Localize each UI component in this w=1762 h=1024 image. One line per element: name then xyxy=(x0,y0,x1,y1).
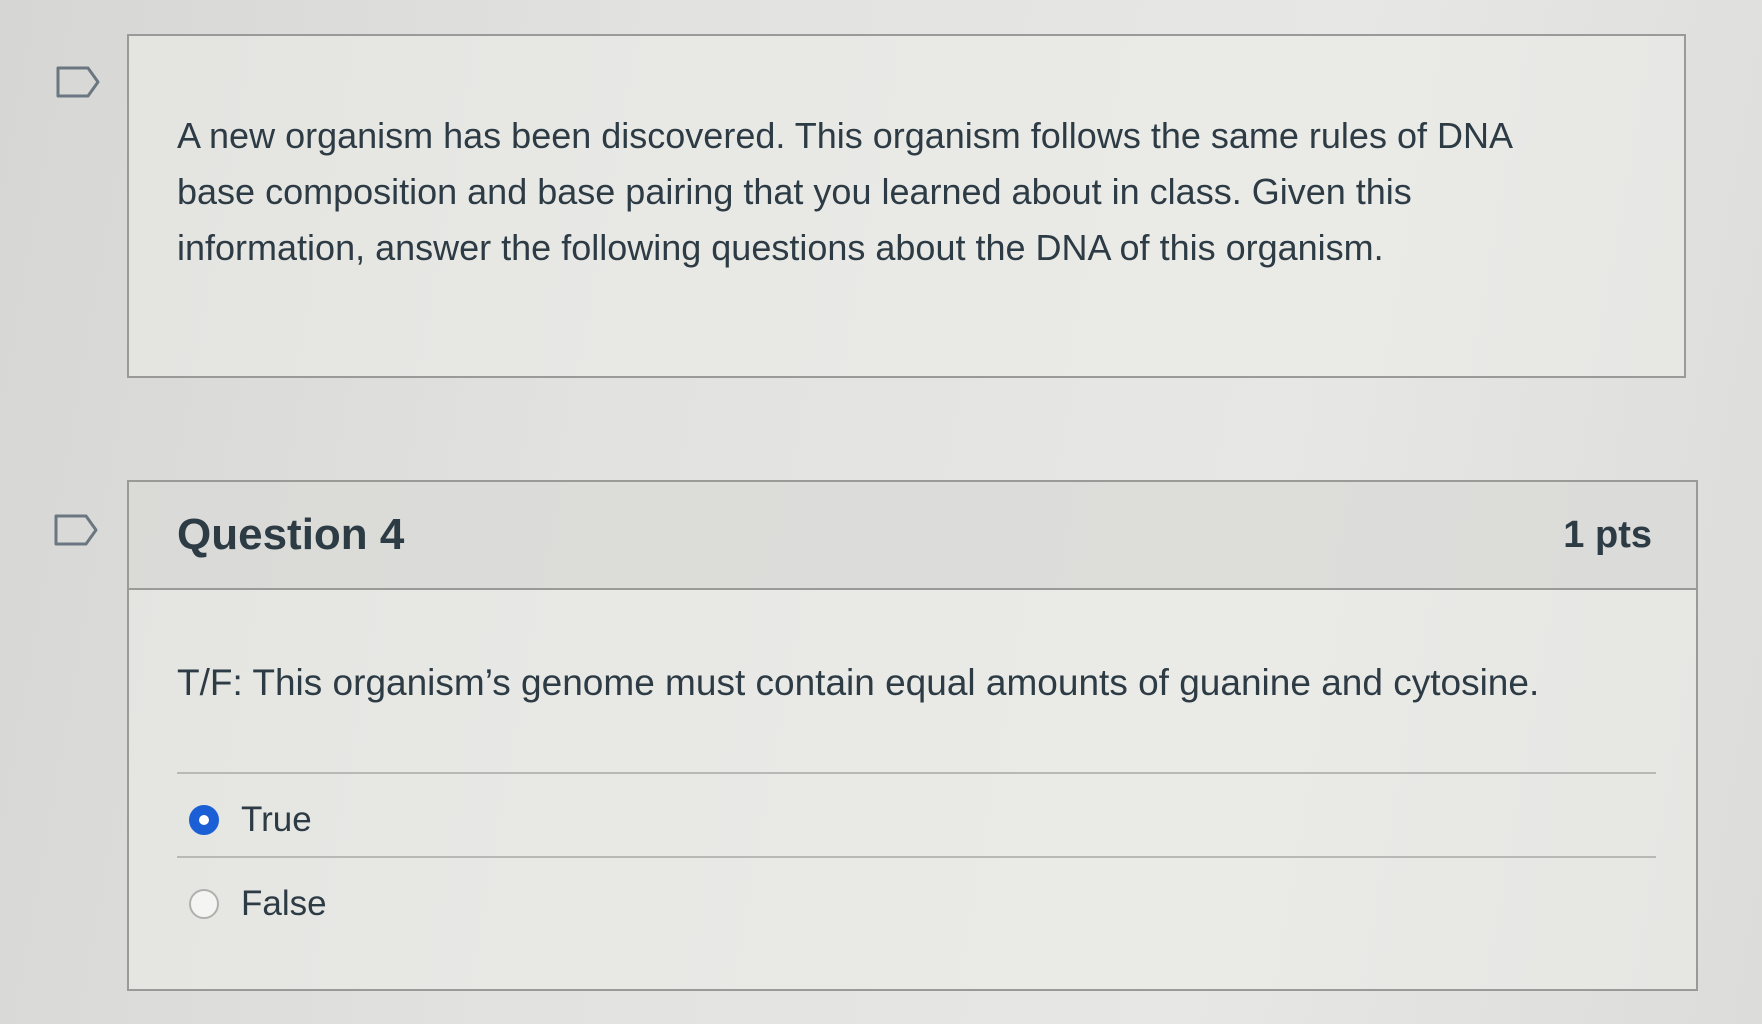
question-title: Question 4 xyxy=(177,510,405,559)
divider xyxy=(177,772,1656,774)
flag-question-icon[interactable] xyxy=(56,66,100,98)
answer-option-false[interactable]: False xyxy=(189,884,327,924)
radio-unselected-icon[interactable] xyxy=(189,889,219,919)
stimulus-text: A new organism has been discovered. This… xyxy=(177,115,1511,268)
answer-option-true[interactable]: True xyxy=(189,800,312,840)
question-points: 1 pts xyxy=(1563,514,1652,556)
flag-question-icon[interactable] xyxy=(54,514,98,546)
question-header: Question 4 1 pts xyxy=(129,482,1696,590)
radio-selected-icon[interactable] xyxy=(189,805,219,835)
answer-label-true: True xyxy=(241,800,312,839)
question-card: Question 4 1 pts T/F: This organism’s ge… xyxy=(127,480,1698,991)
divider xyxy=(177,856,1656,858)
stimulus-card: A new organism has been discovered. This… xyxy=(127,34,1686,378)
answer-label-false: False xyxy=(241,884,327,923)
question-text: T/F: This organism’s genome must contain… xyxy=(177,662,1540,703)
